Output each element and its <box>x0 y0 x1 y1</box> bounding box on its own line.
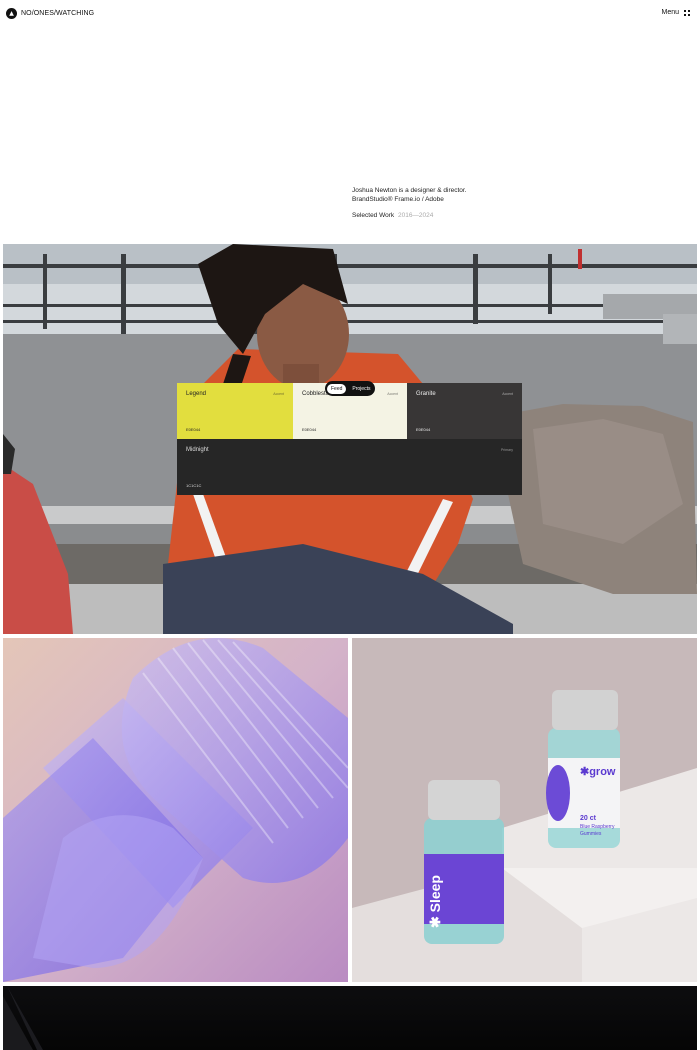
toggle-feed[interactable]: Feed <box>327 383 347 394</box>
dark-illustration <box>3 986 43 1050</box>
swatch-meta: Accent <box>273 392 284 396</box>
swatch-name: Granite <box>416 391 436 397</box>
color-palette: Legend Accent E0E044 Cobblestone Accent … <box>177 383 522 495</box>
menu-label: Menu <box>661 9 679 16</box>
logo-text: NO/ONES/WATCHING <box>21 10 95 17</box>
view-toggle: Feed Projects <box>325 381 375 396</box>
swatch-legend[interactable]: Legend Accent E0E044 <box>177 383 293 439</box>
swatch-hex: 1C1C1C <box>186 483 202 488</box>
swatch-midnight[interactable]: Midnight Primary 1C1C1C <box>177 439 522 495</box>
swatch-name: Midnight <box>186 447 209 453</box>
desc-line-1: Blue Raspberry <box>580 824 615 830</box>
swatch-meta: Accent <box>502 392 513 396</box>
next-project-image[interactable] <box>3 986 697 1050</box>
swatch-hex: E0E044 <box>302 427 317 432</box>
glass-render-image[interactable] <box>3 638 348 982</box>
menu-button[interactable]: Menu <box>661 9 690 16</box>
logo-mark-icon: ▲ <box>6 8 17 19</box>
intro-text: Joshua Newton is a designer & director. … <box>352 186 467 220</box>
sleep-label: ✱ Sleep <box>427 875 443 928</box>
swatch-hex: E0E044 <box>186 427 201 432</box>
site-logo[interactable]: ▲ NO/ONES/WATCHING <box>6 8 94 19</box>
swatch-name: Legend <box>186 391 207 397</box>
intro-bio: Joshua Newton is a designer & director. <box>352 187 467 194</box>
grid-dots-icon <box>684 9 690 16</box>
swatch-meta: Primary <box>500 448 513 452</box>
product-jars-image[interactable]: ✱grow 20 ct Blue Raspberry Gummies ✱ Sle… <box>352 638 697 982</box>
toggle-projects[interactable]: Projects <box>348 384 374 394</box>
selected-work: Selected Work 2016—2024 <box>352 211 467 220</box>
product-illustration: ✱grow 20 ct Blue Raspberry Gummies ✱ Sle… <box>352 638 697 982</box>
count-text: 20 ct <box>580 815 597 822</box>
selected-work-years: 2016—2024 <box>397 212 434 219</box>
swatch-granite[interactable]: Granite Accent E0E044 <box>407 383 522 439</box>
hero-project-image[interactable]: Legend Accent E0E044 Cobblestone Accent … <box>3 244 697 634</box>
top-bar: ▲ NO/ONES/WATCHING Menu <box>0 0 700 26</box>
grow-brand: ✱grow <box>580 766 616 778</box>
swatch-meta: Accent <box>387 392 398 396</box>
intro-studio: BrandStudio® Frame.io / Adobe <box>352 196 444 203</box>
glass-illustration <box>3 638 348 982</box>
swatch-hex: E0E044 <box>416 427 431 432</box>
desc-line-2: Gummies <box>580 831 602 837</box>
selected-work-label: Selected Work <box>352 212 395 219</box>
